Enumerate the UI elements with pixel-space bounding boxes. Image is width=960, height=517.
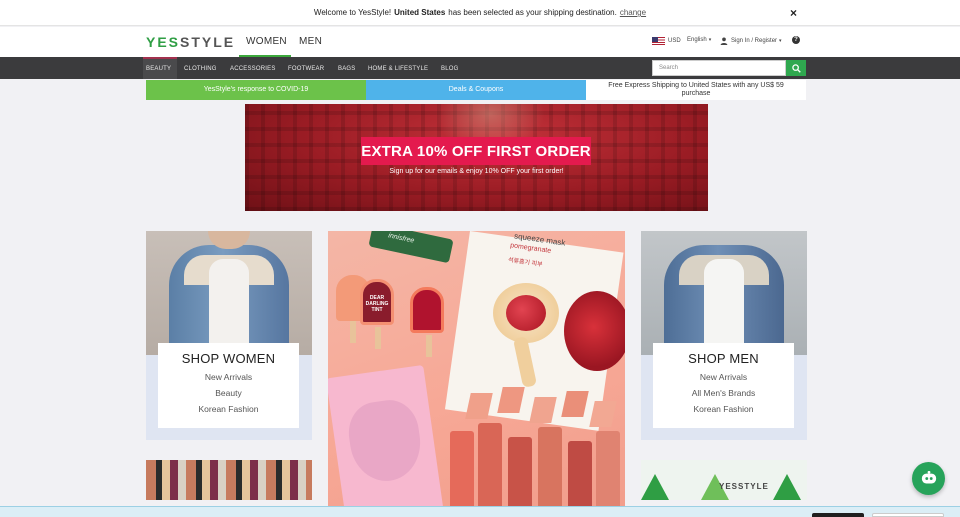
- pomegranate-image: [564, 291, 625, 371]
- beauty-products-preview[interactable]: [146, 460, 312, 500]
- shipping-notice-bar: Welcome to YesStyle! United States has b…: [0, 0, 960, 26]
- women-link-korean-fashion[interactable]: Korean Fashion: [158, 404, 299, 414]
- change-country-link[interactable]: change: [620, 8, 646, 17]
- lipstick-2: [478, 423, 502, 517]
- shop-men-panel[interactable]: SHOP MEN New Arrivals All Men's Brands K…: [641, 231, 807, 440]
- currency-selector[interactable]: USD: [652, 37, 681, 45]
- shop-women-panel[interactable]: SHOP WOMEN New Arrivals Beauty Korean Fa…: [146, 231, 312, 440]
- notice-prefix: Welcome to YesStyle!: [313, 8, 392, 17]
- hero-title: EXTRA 10% OFF FIRST ORDER: [361, 137, 591, 165]
- beauty-feature-image[interactable]: innisfree squeeze mask pomegranate 석류흡기 …: [328, 231, 625, 517]
- lipstick-cap-5: [589, 401, 617, 427]
- lipstick-4: [538, 427, 562, 517]
- nav-blog[interactable]: BLOG: [441, 66, 458, 72]
- hero-subtitle: Sign up for our emails & enjoy 10% OFF y…: [389, 168, 564, 175]
- yesstyle-logo[interactable]: YESSTYLE: [146, 34, 235, 50]
- us-flag-icon: [652, 37, 665, 45]
- lipstick-3: [508, 437, 532, 517]
- pomegranate-seeds: [506, 295, 546, 331]
- nav-accessories[interactable]: ACCESSORIES: [230, 66, 276, 72]
- covid-response-banner[interactable]: YesStyle's response to COVID-19: [146, 80, 366, 100]
- innisfree-tube: [368, 231, 454, 264]
- tab-men[interactable]: MEN: [299, 36, 322, 47]
- help-icon[interactable]: ?: [792, 36, 800, 44]
- language-label: English: [687, 37, 707, 43]
- deals-coupons-banner[interactable]: Deals & Coupons: [366, 80, 586, 100]
- signin-label: Sign In / Register: [731, 38, 778, 44]
- currency-label: USD: [668, 38, 681, 44]
- men-model-image: [641, 231, 807, 355]
- consent-accept-button[interactable]: [812, 513, 864, 517]
- free-shipping-banner[interactable]: Free Express Shipping to United States w…: [586, 80, 806, 100]
- women-link-beauty[interactable]: Beauty: [158, 388, 299, 398]
- store-logo: YESSTYLE: [719, 482, 769, 491]
- men-link-new-arrivals[interactable]: New Arrivals: [653, 372, 794, 382]
- women-model-image: [146, 231, 312, 355]
- lipstick-1: [450, 431, 474, 517]
- lipstick-6: [596, 431, 620, 517]
- popsicle-stick-2: [375, 327, 381, 349]
- popsicle-stick-1: [350, 321, 356, 343]
- decor-triangle-1: [641, 474, 669, 500]
- notice-suffix: has been selected as your shipping desti…: [448, 8, 617, 17]
- women-link-new-arrivals[interactable]: New Arrivals: [158, 372, 299, 382]
- tint-popsicle-3: [410, 287, 444, 333]
- nav-footwear[interactable]: FOOTWEAR: [288, 66, 324, 72]
- nav-beauty[interactable]: BEAUTY: [146, 66, 171, 72]
- men-link-all-brands[interactable]: All Men's Brands: [653, 388, 794, 398]
- yesstyle-store-preview[interactable]: YESSTYLE: [641, 460, 807, 500]
- notice-country: United States: [394, 8, 446, 17]
- main-header: YESSTYLE WOMEN MEN USD English ▾ Sign In…: [0, 27, 960, 57]
- hero-banner[interactable]: EXTRA 10% OFF FIRST ORDER Sign up for ou…: [245, 104, 708, 211]
- nav-bags[interactable]: BAGS: [338, 66, 355, 72]
- language-selector[interactable]: English ▾: [687, 37, 711, 43]
- search-input[interactable]: Search: [652, 60, 786, 76]
- tint-label: DEAR DARLING TINT: [365, 295, 389, 313]
- decor-triangle-3: [773, 474, 801, 500]
- chat-button[interactable]: [912, 462, 945, 495]
- consent-settings-button[interactable]: [872, 513, 944, 517]
- chevron-down-icon: ▾: [708, 37, 712, 43]
- shop-men-card: SHOP MEN New Arrivals All Men's Brands K…: [653, 343, 794, 428]
- shop-women-title[interactable]: SHOP WOMEN: [158, 351, 299, 366]
- shop-women-card: SHOP WOMEN New Arrivals Beauty Korean Fa…: [158, 343, 299, 428]
- popsicle-stick-3: [426, 335, 432, 357]
- logo-style: STYLE: [180, 34, 236, 50]
- close-icon[interactable]: ×: [790, 6, 797, 20]
- search-button[interactable]: [786, 60, 806, 76]
- logo-yes: YES: [146, 34, 181, 50]
- category-nav: BEAUTY CLOTHING ACCESSORIES FOOTWEAR BAG…: [0, 57, 960, 79]
- nav-home-lifestyle[interactable]: HOME & LIFESTYLE: [368, 66, 428, 72]
- tab-women[interactable]: WOMEN: [246, 36, 287, 47]
- user-icon: [720, 37, 728, 45]
- chat-icon: [921, 470, 936, 483]
- shop-men-title[interactable]: SHOP MEN: [653, 351, 794, 366]
- chevron-down-icon: ▾: [779, 38, 782, 44]
- search-icon: [791, 63, 801, 73]
- men-link-korean-fashion[interactable]: Korean Fashion: [653, 404, 794, 414]
- nav-clothing[interactable]: CLOTHING: [184, 66, 217, 72]
- signin-link[interactable]: Sign In / Register ▾: [720, 37, 782, 45]
